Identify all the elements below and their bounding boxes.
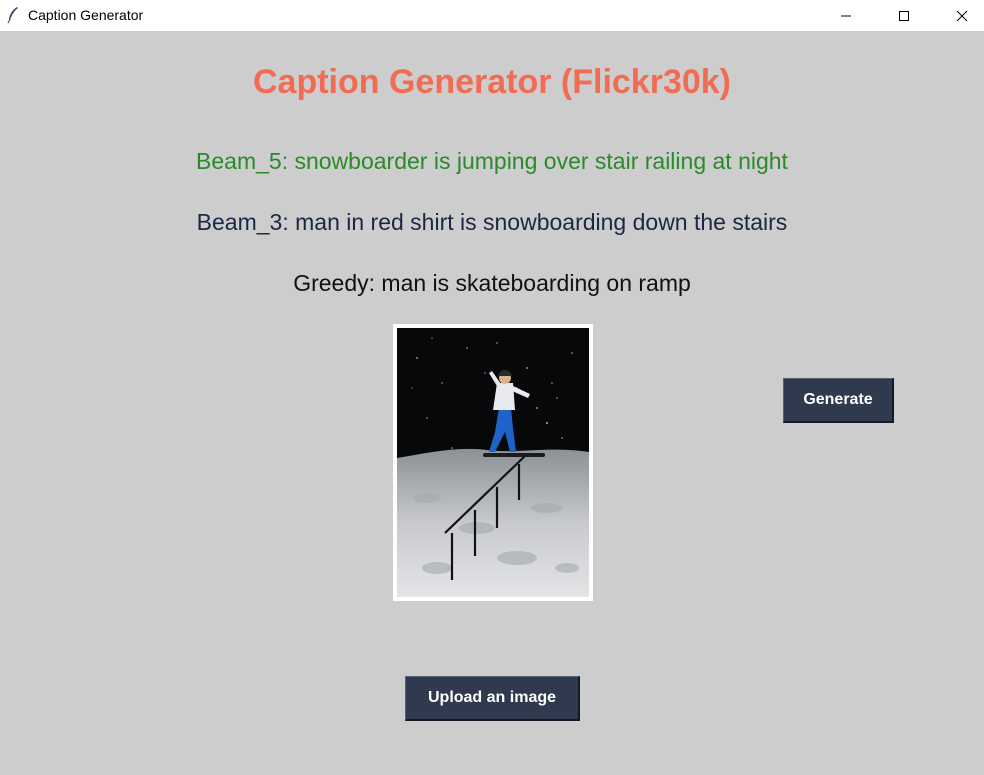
uploaded-image [397,328,589,597]
uploaded-image-frame [393,324,593,601]
page-title: Caption Generator (Flickr30k) [252,63,731,101]
maximize-icon [899,10,909,21]
window-title: Caption Generator [28,7,144,23]
beam5-caption: Beam_5: snowboarder is jumping over stai… [196,148,788,174]
feather-icon [7,7,18,24]
upload-image-button[interactable]: Upload an image [405,676,580,721]
title-bar: Caption Generator [0,0,984,31]
greedy-caption: Greedy: man is skateboarding on ramp [293,270,691,296]
close-button[interactable] [934,0,984,31]
generate-button[interactable]: Generate [783,378,894,423]
minimize-icon [841,15,851,16]
minimize-button[interactable] [818,0,874,31]
beam3-caption: Beam_3: man in red shirt is snowboarding… [196,209,788,235]
maximize-button[interactable] [876,0,932,31]
close-icon [956,10,968,21]
